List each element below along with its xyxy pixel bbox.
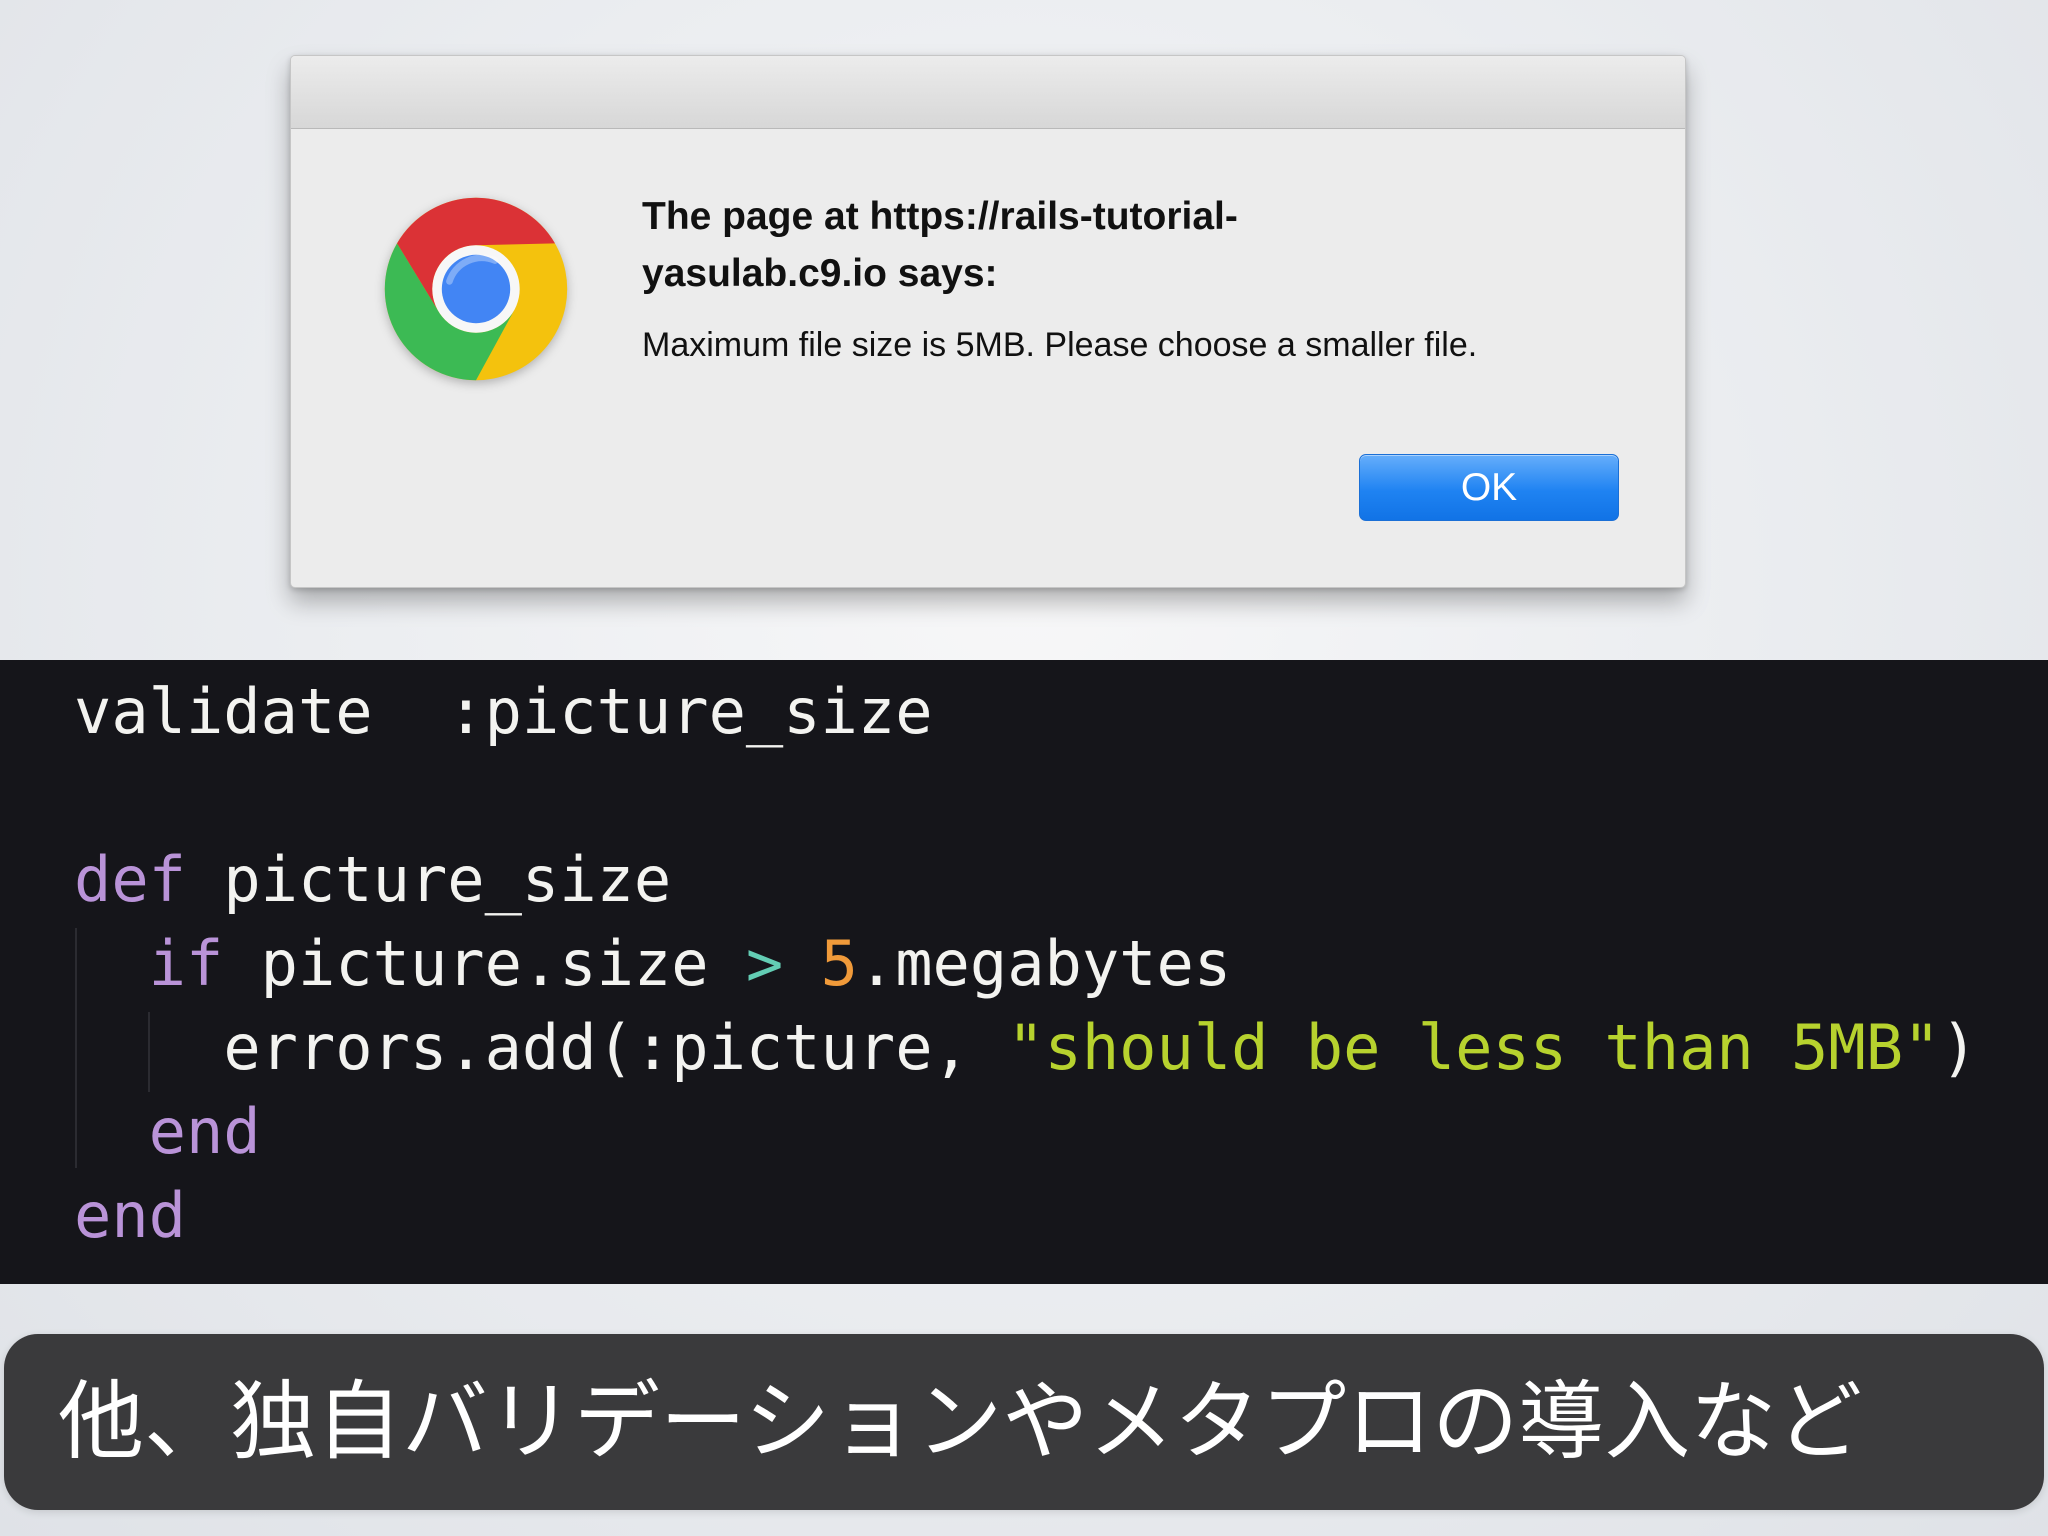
caption-banner: 他、独自バリデーションやメタプロの導入など [4, 1334, 2044, 1510]
if-keyword: if [148, 927, 224, 1000]
dialog-message: Maximum file size is 5MB. Please choose … [642, 326, 1478, 364]
code-line-def: def picture_size [74, 840, 671, 920]
closing-parenthesis: ) [1940, 1011, 1978, 1084]
code-line-if: if picture.size > 5.megabytes [74, 924, 1232, 1004]
megabytes-method: .megabytes [857, 927, 1232, 1000]
end-if-keyword: end [148, 1095, 261, 1168]
ok-button[interactable]: OK [1359, 454, 1619, 521]
code-line-end-def: end [74, 1176, 186, 1256]
dialog-titlebar [291, 56, 1685, 129]
chrome-icon [384, 197, 568, 381]
validate-method: validate [74, 675, 373, 748]
error-message-string: "should be less than 5MB" [1007, 1011, 1941, 1084]
method-name: picture_size [223, 843, 672, 916]
caption-text: 他、独自バリデーションやメタプロの導入など [58, 1372, 1863, 1472]
code-line-errors-add: errors.add(:picture, "should be less tha… [74, 1008, 1978, 1088]
def-keyword: def [74, 843, 186, 916]
picture-size-expression: picture.size [260, 927, 709, 1000]
end-def-keyword: end [74, 1179, 186, 1252]
dialog-title: The page at https://rails-tutorial-yasul… [642, 195, 1238, 295]
greater-than-operator: > [745, 927, 784, 1000]
five-number: 5 [820, 927, 858, 1000]
code-line-end-if: end [74, 1092, 261, 1172]
code-line-validate: validate :picture_size [74, 672, 933, 752]
errors-add-call: errors.add(:picture, [223, 1011, 1008, 1084]
picture-size-symbol: :picture_size [447, 675, 933, 748]
alert-dialog: The page at https://rails-tutorial-yasul… [290, 55, 1686, 588]
